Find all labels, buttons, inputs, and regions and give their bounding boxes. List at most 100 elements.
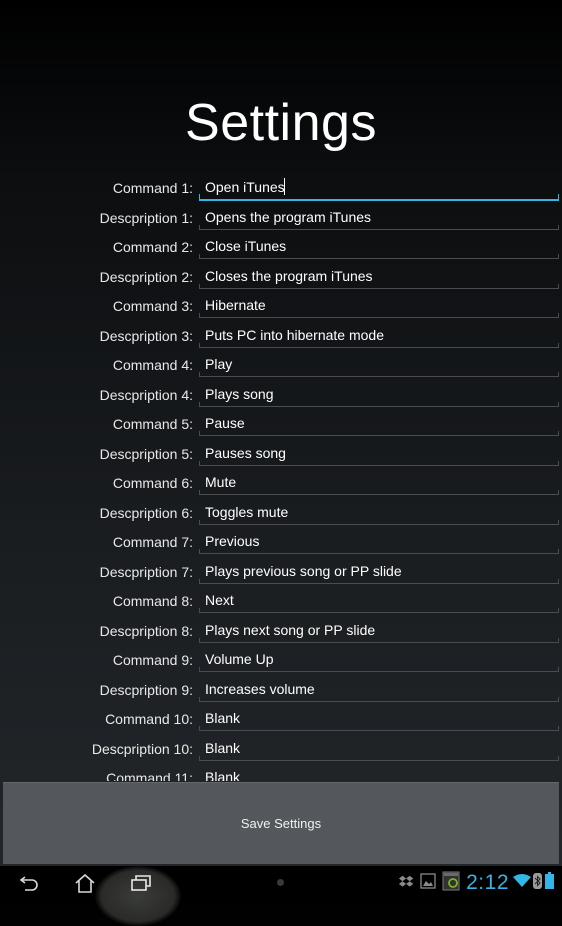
form-row: Command 11:: [0, 763, 562, 781]
form-row: Command 1:: [0, 173, 562, 203]
form-row: Descpription 9:: [0, 675, 562, 705]
field-label: Command 5:: [112, 416, 193, 432]
form-row: Descpription 2:: [0, 262, 562, 292]
screenshot-app-icon: [442, 871, 460, 896]
form-row: Command 4:: [0, 350, 562, 380]
field-label: Descpription 8:: [99, 622, 193, 639]
status-clock: 2:12: [466, 871, 509, 894]
form-row: Command 2:: [0, 232, 562, 262]
form-row: Command 5:: [0, 409, 562, 439]
settings-form[interactable]: Command 1: Descpription 1: Command 2: Descp…: [0, 173, 562, 781]
command-input[interactable]: [205, 532, 550, 550]
gallery-icon: [420, 872, 436, 894]
recent-apps-icon: [131, 875, 151, 891]
bluetooth-icon: [533, 872, 542, 894]
field-label: Descpription 1:: [99, 209, 193, 226]
text-field[interactable]: [199, 205, 559, 230]
text-field[interactable]: [199, 175, 559, 201]
text-field[interactable]: [199, 382, 559, 407]
text-field[interactable]: [199, 529, 559, 554]
field-label: Command 8:: [112, 593, 193, 609]
field-label: Command 7:: [112, 534, 193, 550]
form-row: Command 9:: [0, 645, 562, 675]
back-button[interactable]: [14, 866, 44, 900]
description-input[interactable]: [205, 384, 550, 403]
text-field[interactable]: [199, 441, 559, 466]
page-title: Settings: [185, 93, 377, 152]
description-input[interactable]: [205, 207, 550, 226]
form-row: Descpription 4:: [0, 380, 562, 410]
text-field[interactable]: [199, 323, 559, 348]
text-field[interactable]: [199, 470, 559, 495]
text-field[interactable]: [199, 352, 559, 377]
description-input[interactable]: [205, 738, 550, 757]
text-field[interactable]: [199, 677, 559, 702]
field-label: Descpription 6:: [99, 504, 193, 521]
text-field[interactable]: [199, 264, 559, 289]
form-row: Command 6:: [0, 468, 562, 498]
save-settings-button[interactable]: Save Settings: [3, 782, 559, 864]
notification-dot: [277, 879, 284, 886]
field-label: Descpription 3:: [99, 327, 193, 344]
home-button[interactable]: [70, 866, 100, 900]
command-input[interactable]: [205, 178, 550, 196]
home-icon: [75, 873, 95, 893]
command-input[interactable]: [205, 768, 550, 781]
form-row: Descpription 10:: [0, 734, 562, 764]
field-label: Descpription 2:: [99, 268, 193, 285]
description-input[interactable]: [205, 620, 550, 639]
field-label: Command 3:: [112, 298, 193, 314]
text-field[interactable]: [199, 234, 559, 259]
command-input[interactable]: [205, 473, 550, 491]
field-label: Descpription 7:: [99, 563, 193, 580]
text-field[interactable]: [199, 559, 559, 584]
description-input[interactable]: [205, 325, 550, 344]
text-field[interactable]: [199, 765, 559, 781]
form-row: Descpription 3:: [0, 321, 562, 351]
form-row: Command 8:: [0, 586, 562, 616]
battery-icon: [545, 872, 554, 894]
form-row: Descpription 7:: [0, 557, 562, 587]
dropbox-icon: [398, 874, 414, 893]
form-row: Command 7:: [0, 527, 562, 557]
command-input[interactable]: [205, 355, 550, 373]
text-field[interactable]: [199, 618, 559, 643]
field-label: Descpription 5:: [99, 445, 193, 462]
text-field[interactable]: [199, 500, 559, 525]
recent-apps-button[interactable]: [126, 866, 156, 900]
text-field[interactable]: [199, 588, 559, 613]
command-input[interactable]: [205, 237, 550, 255]
status-area[interactable]: 2:12: [398, 866, 562, 900]
command-input[interactable]: [205, 296, 550, 314]
form-row: Descpription 5:: [0, 439, 562, 469]
form-row: Descpription 6:: [0, 498, 562, 528]
command-input[interactable]: [205, 591, 550, 609]
description-input[interactable]: [205, 502, 550, 521]
description-input[interactable]: [205, 266, 550, 285]
command-input[interactable]: [205, 414, 550, 432]
text-cursor: [284, 178, 285, 195]
back-icon: [19, 876, 38, 891]
field-label: Command 6:: [112, 475, 193, 491]
command-input[interactable]: [205, 650, 550, 668]
text-field[interactable]: [199, 647, 559, 672]
field-label: Command 2:: [112, 239, 193, 255]
command-input[interactable]: [205, 709, 550, 727]
field-label: Descpription 4:: [99, 386, 193, 403]
form-row: Command 10:: [0, 704, 562, 734]
field-label: Command 1:: [112, 180, 193, 196]
form-row: Descpription 8:: [0, 616, 562, 646]
field-label: Command 4:: [112, 357, 193, 373]
description-input[interactable]: [205, 561, 550, 580]
text-field[interactable]: [199, 706, 559, 731]
text-field[interactable]: [199, 736, 559, 761]
text-field[interactable]: [199, 411, 559, 436]
field-label: Command 11:: [106, 770, 193, 781]
description-input[interactable]: [205, 679, 550, 698]
description-input[interactable]: [205, 443, 550, 462]
form-row: Descpription 1:: [0, 203, 562, 233]
form-row: Command 3:: [0, 291, 562, 321]
field-label: Command 10:: [105, 711, 193, 727]
wifi-icon: [513, 873, 531, 893]
text-field[interactable]: [199, 293, 559, 318]
